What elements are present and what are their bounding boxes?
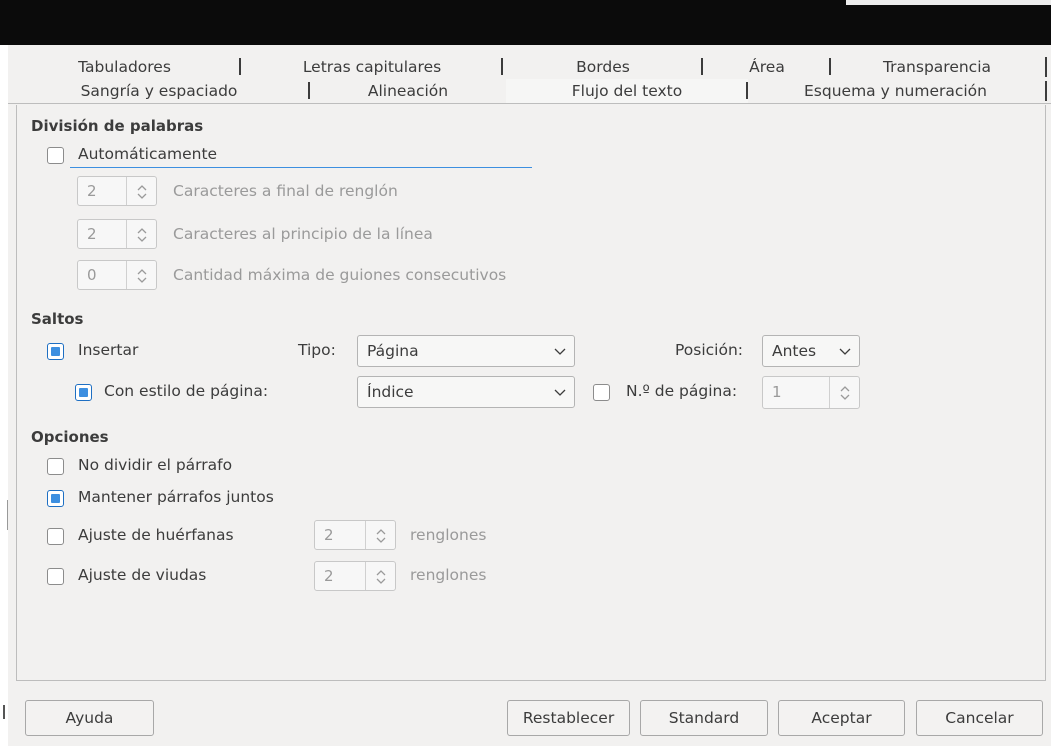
dont-split-checkbox[interactable] — [47, 458, 64, 475]
with-page-style-checkbox[interactable] — [75, 384, 92, 401]
max-hyphens-spinner[interactable]: 0 — [77, 260, 157, 290]
tab-separator — [1045, 81, 1047, 101]
titlebar-strip — [846, 0, 1051, 5]
tab-esquema-numeracion[interactable]: Esquema y numeración — [748, 79, 1043, 103]
tab-label: Letras capitulares — [302, 58, 442, 76]
tab-label: Esquema y numeración — [804, 82, 987, 100]
dont-split-label[interactable]: No dividir el párrafo — [78, 456, 232, 474]
tab-alineacion[interactable]: Alineación — [310, 79, 506, 103]
hyphenation-heading: División de palabras — [31, 117, 204, 135]
tab-row-1: Tabuladores Letras capitulares Bordes Ár… — [8, 55, 1051, 79]
page-number-spinner[interactable]: 1 — [762, 376, 860, 409]
tab-label: Tabuladores — [78, 58, 171, 76]
page-style-select[interactable]: Índice — [357, 376, 575, 408]
ok-button[interactable]: Aceptar — [778, 700, 905, 736]
max-hyphens-value: 0 — [87, 266, 97, 284]
type-label: Tipo: — [298, 341, 336, 359]
spin-arrows-icon[interactable] — [126, 261, 156, 289]
page-number-label[interactable]: N.º de página: — [626, 382, 737, 400]
widow-lines-value: 2 — [324, 567, 334, 585]
edge-mark — [3, 705, 5, 719]
break-type-select[interactable]: Página — [357, 335, 575, 367]
background-window-edge — [0, 45, 8, 746]
widow-lines-spinner[interactable]: 2 — [314, 561, 396, 591]
widow-lines-unit: renglones — [410, 566, 487, 584]
chars-end-spinner[interactable]: 2 — [77, 176, 157, 206]
keep-together-checkbox[interactable] — [47, 490, 64, 507]
keep-together-label[interactable]: Mantener párrafos juntos — [78, 488, 274, 506]
tab-letras-capitulares[interactable]: Letras capitulares — [241, 55, 503, 79]
chars-end-value: 2 — [87, 182, 97, 200]
break-type-value: Página — [367, 342, 419, 360]
chars-end-label: Caracteres a final de renglón — [173, 182, 398, 200]
insert-break-label[interactable]: Insertar — [78, 341, 138, 359]
tab-label: Área — [749, 58, 785, 76]
break-position-select[interactable]: Antes — [762, 335, 860, 367]
standard-button[interactable]: Standard — [640, 700, 768, 736]
tab-bordes[interactable]: Bordes — [503, 55, 703, 79]
orphan-lines-value: 2 — [324, 526, 334, 544]
tab-transparencia[interactable]: Transparencia — [831, 55, 1043, 79]
spin-arrows-icon[interactable] — [829, 377, 859, 408]
help-button[interactable]: Ayuda — [25, 700, 154, 736]
page-style-value: Índice — [367, 383, 414, 401]
spin-arrows-icon[interactable] — [126, 220, 156, 248]
chevron-down-icon — [554, 348, 566, 355]
page-number-checkbox[interactable] — [593, 384, 610, 401]
tab-label: Alineación — [367, 82, 449, 100]
chevron-down-icon — [839, 348, 851, 355]
tab-sangria-espaciado[interactable]: Sangría y espaciado — [8, 79, 310, 103]
tab-tabuladores[interactable]: Tabuladores — [8, 55, 241, 79]
tab-flujo-del-texto[interactable]: Flujo del texto — [506, 79, 748, 103]
tab-area[interactable]: Área — [703, 55, 831, 79]
window-titlebar — [0, 0, 1051, 45]
tab-row-2: Sangría y espaciado Alineación Flujo del… — [8, 79, 1051, 104]
with-page-style-label[interactable]: Con estilo de página: — [104, 382, 268, 400]
auto-hyphenation-label[interactable]: Automáticamente — [78, 145, 217, 163]
max-hyphens-label: Cantidad máxima de guiones consecutivos — [173, 266, 507, 284]
orphan-lines-unit: renglones — [410, 526, 487, 544]
spin-arrows-icon[interactable] — [365, 562, 395, 590]
insert-break-checkbox[interactable] — [47, 343, 64, 360]
break-position-value: Antes — [772, 342, 817, 360]
tab-label: Flujo del texto — [571, 82, 683, 100]
cancel-button[interactable]: Cancelar — [916, 700, 1043, 736]
breaks-heading: Saltos — [31, 310, 84, 328]
focus-underline — [70, 167, 532, 168]
chars-start-spinner[interactable]: 2 — [77, 219, 157, 249]
widow-control-checkbox[interactable] — [47, 568, 64, 585]
tab-label: Transparencia — [882, 58, 991, 76]
reset-button[interactable]: Restablecer — [507, 700, 630, 736]
tab-separator — [1045, 57, 1047, 77]
chars-start-value: 2 — [87, 225, 97, 243]
widow-control-label[interactable]: Ajuste de viudas — [78, 566, 206, 584]
spin-arrows-icon[interactable] — [365, 521, 395, 549]
orphan-control-checkbox[interactable] — [47, 528, 64, 545]
orphan-lines-spinner[interactable]: 2 — [314, 520, 396, 550]
orphan-control-label[interactable]: Ajuste de huérfanas — [78, 526, 234, 544]
chevron-down-icon — [554, 389, 566, 396]
chars-start-label: Caracteres al principio de la línea — [173, 225, 433, 243]
tab-label: Sangría y espaciado — [80, 82, 238, 100]
tab-label: Bordes — [576, 58, 630, 76]
spin-arrows-icon[interactable] — [126, 177, 156, 205]
auto-hyphenation-checkbox[interactable] — [47, 147, 64, 164]
page-number-value: 1 — [772, 383, 782, 401]
position-label: Posición: — [675, 341, 744, 359]
options-heading: Opciones — [31, 428, 109, 446]
